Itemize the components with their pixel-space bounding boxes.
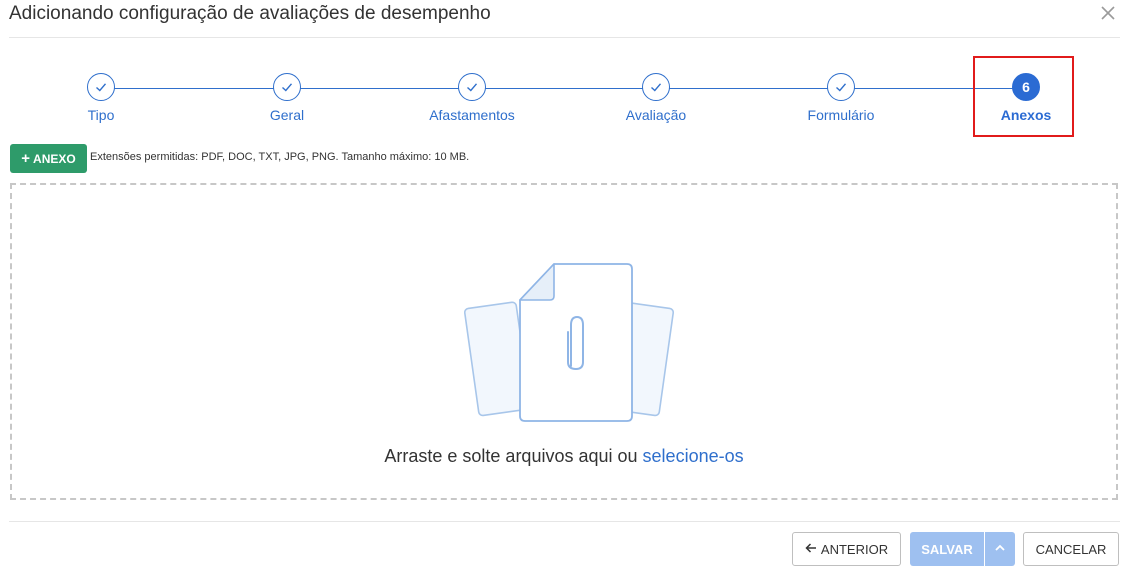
step-label: Anexos <box>1000 107 1052 123</box>
add-attachment-label: ANEXO <box>33 151 76 166</box>
step-formulario[interactable]: Formulário <box>771 73 911 123</box>
arrow-left-icon <box>805 542 817 557</box>
step-label: Geral <box>269 107 305 123</box>
step-label: Afastamentos <box>429 107 515 123</box>
step-number: 6 <box>1012 73 1040 101</box>
previous-button[interactable]: ANTERIOR <box>792 532 901 566</box>
step-anexos[interactable]: 6 Anexos <box>956 73 1096 123</box>
cancel-button[interactable]: CANCELAR <box>1023 532 1119 566</box>
step-label: Avaliação <box>625 107 687 123</box>
step-afastamentos[interactable]: Afastamentos <box>402 73 542 123</box>
plus-icon: + <box>21 150 31 167</box>
select-files-link[interactable]: selecione-os <box>643 446 744 466</box>
add-attachment-button[interactable]: + ANEXO <box>10 144 87 173</box>
step-tipo[interactable]: Tipo <box>31 73 171 123</box>
check-icon <box>827 73 855 101</box>
dropzone-text-row: Arraste e solte arquivos aqui ou selecio… <box>12 446 1116 467</box>
check-icon <box>273 73 301 101</box>
dropzone-text: Arraste e solte arquivos aqui ou <box>384 446 638 466</box>
extensions-info: Extensões permitidas: PDF, DOC, TXT, JPG… <box>90 151 470 163</box>
save-button[interactable]: SALVAR <box>910 532 984 566</box>
document-attachment-icon <box>463 262 675 427</box>
file-dropzone[interactable]: Arraste e solte arquivos aqui ou selecio… <box>10 183 1118 500</box>
save-options-button[interactable] <box>985 532 1015 566</box>
check-icon <box>458 73 486 101</box>
chevron-up-icon <box>994 542 1006 557</box>
step-geral[interactable]: Geral <box>217 73 357 123</box>
check-icon <box>642 73 670 101</box>
previous-label: ANTERIOR <box>820 541 889 557</box>
stepper: Tipo Geral Afastamentos Avaliação Formul… <box>0 0 1129 140</box>
check-icon <box>87 73 115 101</box>
step-label: Formulário <box>807 107 875 123</box>
step-avaliacao[interactable]: Avaliação <box>586 73 726 123</box>
step-label: Tipo <box>87 107 115 123</box>
footer-divider <box>9 521 1120 522</box>
